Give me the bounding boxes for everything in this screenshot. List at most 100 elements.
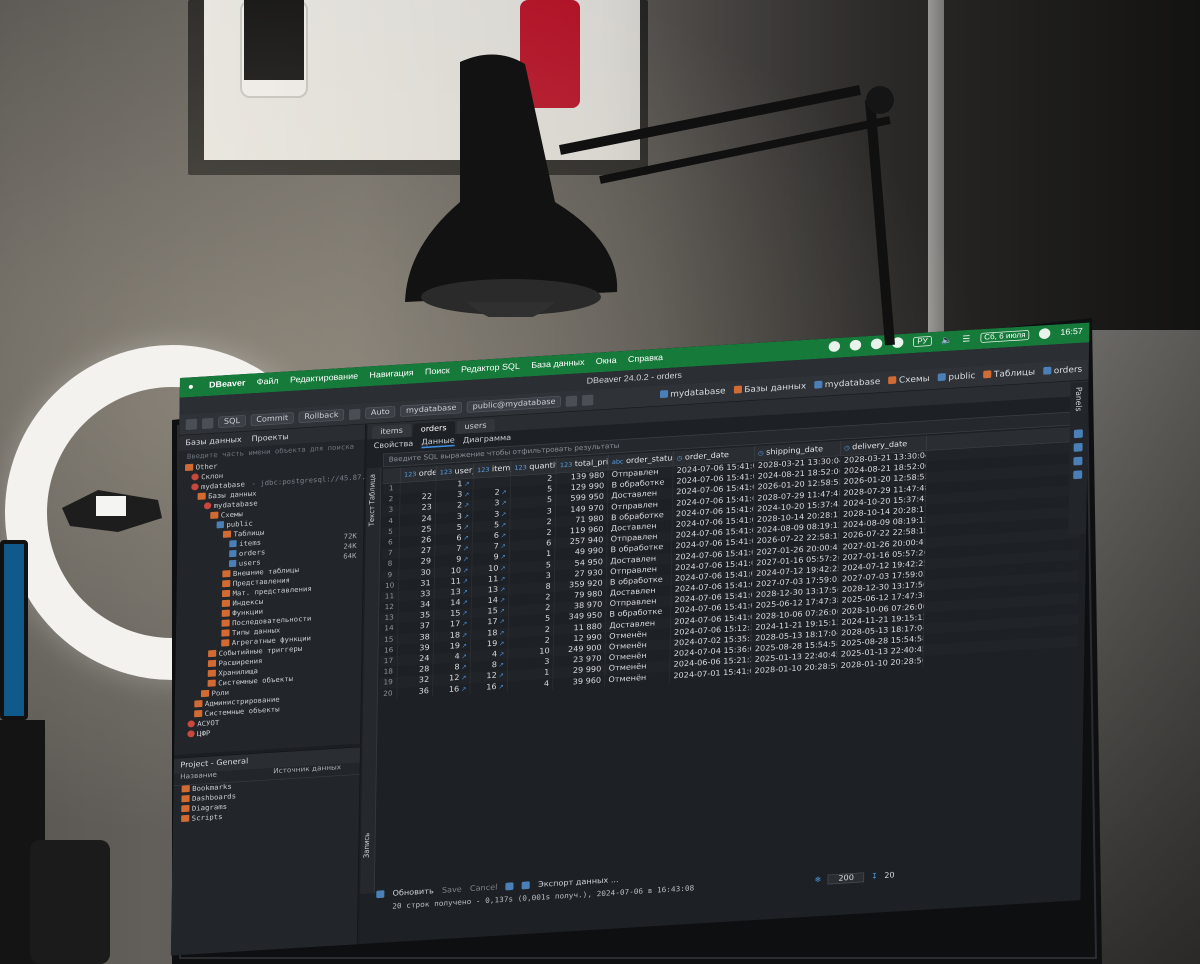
foreign-key-link-icon[interactable]: ↗ [463,567,469,574]
foreign-key-link-icon[interactable]: ↗ [499,661,505,668]
commit-button[interactable]: Commit [250,412,294,427]
transaction-icon[interactable] [348,408,361,420]
menu-item[interactable]: Окна [596,356,617,366]
panel-icon[interactable] [1073,442,1083,452]
foreign-key-link-icon[interactable]: ↗ [462,599,468,606]
foreign-key-link-icon[interactable]: ↗ [461,653,467,660]
wifi-icon[interactable]: ☰ [962,333,970,344]
foreign-key-link-icon[interactable]: ↗ [499,651,505,658]
tab-users[interactable]: users [456,418,495,435]
menu-item[interactable]: Файл [257,377,279,387]
table-cell[interactable]: 4 [507,678,554,692]
view-text-tab[interactable]: Текст [368,506,376,527]
date-label[interactable]: Сб, 6 июля [980,329,1030,343]
control-center-icon[interactable] [1039,327,1051,340]
schema-select[interactable]: public@mydatabase [466,395,562,413]
column-header-order-id[interactable]: 123 order_id [400,465,437,483]
foreign-key-link-icon[interactable]: ↗ [500,586,506,593]
search-icon[interactable] [582,394,594,406]
panel-icon[interactable] [1073,429,1083,439]
next-page-icon[interactable] [521,881,531,890]
foreign-key-link-icon[interactable]: ↗ [462,642,468,649]
foreign-key-link-icon[interactable]: ↗ [499,629,505,636]
new-connection-icon[interactable] [185,418,198,430]
foreign-key-link-icon[interactable]: ↗ [499,640,505,647]
foreign-key-link-icon[interactable]: ↗ [500,543,506,550]
row-number-header[interactable] [382,467,401,484]
table-cell[interactable]: 16 ↗ [432,683,471,697]
auto-commit-select[interactable]: Auto [365,405,396,420]
menu-item[interactable]: Навигация [369,368,413,380]
foreign-key-link-icon[interactable]: ↗ [464,502,470,509]
menu-item[interactable]: Редактирование [290,372,358,385]
view-record-tab[interactable]: Запись [363,833,372,859]
lock-icon[interactable] [566,395,578,407]
row-count-icon[interactable]: ↧ [871,872,878,881]
first-page-icon[interactable] [505,882,514,891]
project-item-label: Diagrams [191,803,228,814]
table-cell[interactable]: 36 [397,685,434,699]
datasource-select[interactable]: mydatabase [400,401,463,417]
foreign-key-link-icon[interactable]: ↗ [498,672,504,679]
connect-icon[interactable] [201,417,214,429]
foreign-key-link-icon[interactable]: ↗ [462,631,468,638]
foreign-key-link-icon[interactable]: ↗ [500,575,506,582]
menu-item[interactable]: База данных [531,358,584,370]
foreign-key-link-icon[interactable]: ↗ [501,489,507,496]
menu-item[interactable]: Редактор SQL [461,362,520,375]
foreign-key-link-icon[interactable]: ↗ [463,534,469,541]
foreign-key-link-icon[interactable]: ↗ [463,556,469,563]
tab-diagram[interactable]: Диаграмма [463,433,511,444]
apple-icon[interactable]: ● [188,381,194,392]
foreign-key-link-icon[interactable]: ↗ [461,674,467,681]
tab-orders[interactable]: orders [412,421,455,437]
table-cell[interactable]: 16 ↗ [470,681,508,695]
refresh-button[interactable]: Обновить [392,887,433,898]
table-cell[interactable]: 39 960 [553,675,606,690]
foreign-key-link-icon[interactable]: ↗ [499,607,505,614]
foreign-key-link-icon[interactable]: ↗ [464,480,470,487]
panel-icon[interactable] [1073,456,1083,466]
panel-icon[interactable] [1073,470,1083,480]
panels-label[interactable]: Panels [1073,387,1082,412]
fetch-settings-icon[interactable]: ❄ [814,876,821,885]
foreign-key-link-icon[interactable]: ↗ [501,521,507,528]
foreign-key-link-icon[interactable]: ↗ [500,554,506,561]
menu-item[interactable]: Справка [628,353,663,364]
foreign-key-link-icon[interactable]: ↗ [501,532,507,539]
foreign-key-link-icon[interactable]: ↗ [499,618,505,625]
export-data-button[interactable]: Экспорт данных ... [538,876,619,889]
save-button[interactable]: Save [442,885,462,895]
foreign-key-link-icon[interactable]: ↗ [463,545,469,552]
foreign-key-link-icon[interactable]: ↗ [461,664,467,671]
foreign-key-link-icon[interactable]: ↗ [462,620,468,627]
foreign-key-link-icon[interactable]: ↗ [501,510,507,517]
foreign-key-link-icon[interactable]: ↗ [461,685,467,692]
tab-data[interactable]: Данные [421,436,455,448]
column-header-item-id[interactable]: 123 item_id [473,461,512,478]
foreign-key-link-icon[interactable]: ↗ [500,564,506,571]
tab-items[interactable]: items [372,423,412,440]
fetch-size-input[interactable]: 200 [827,872,865,885]
foreign-key-link-icon[interactable]: ↗ [500,597,506,604]
foreign-key-link-icon[interactable]: ↗ [464,513,470,520]
foreign-key-link-icon[interactable]: ↗ [498,683,504,690]
foreign-key-link-icon[interactable]: ↗ [463,523,469,530]
clock[interactable]: 16:57 [1060,327,1082,337]
tab-properties[interactable]: Свойства [374,439,414,450]
tab-projects[interactable]: Проекты [251,432,288,443]
tab-databases[interactable]: Базы данных [185,435,241,447]
foreign-key-link-icon[interactable]: ↗ [462,588,468,595]
menu-item[interactable]: DBeaver [209,379,245,390]
rollback-button[interactable]: Rollback [298,408,345,424]
cancel-button[interactable]: Cancel [470,883,498,893]
foreign-key-link-icon[interactable]: ↗ [464,491,470,498]
column-header-user-id[interactable]: 123 user_id [436,463,474,481]
foreign-key-link-icon[interactable]: ↗ [501,500,507,507]
refresh-icon[interactable] [376,890,385,899]
foreign-key-link-icon[interactable]: ↗ [463,577,469,584]
view-grid-tab[interactable]: Таблица [369,474,378,505]
foreign-key-link-icon[interactable]: ↗ [462,610,468,617]
menu-item[interactable]: Поиск [425,366,450,377]
sql-button[interactable]: SQL [218,414,246,429]
